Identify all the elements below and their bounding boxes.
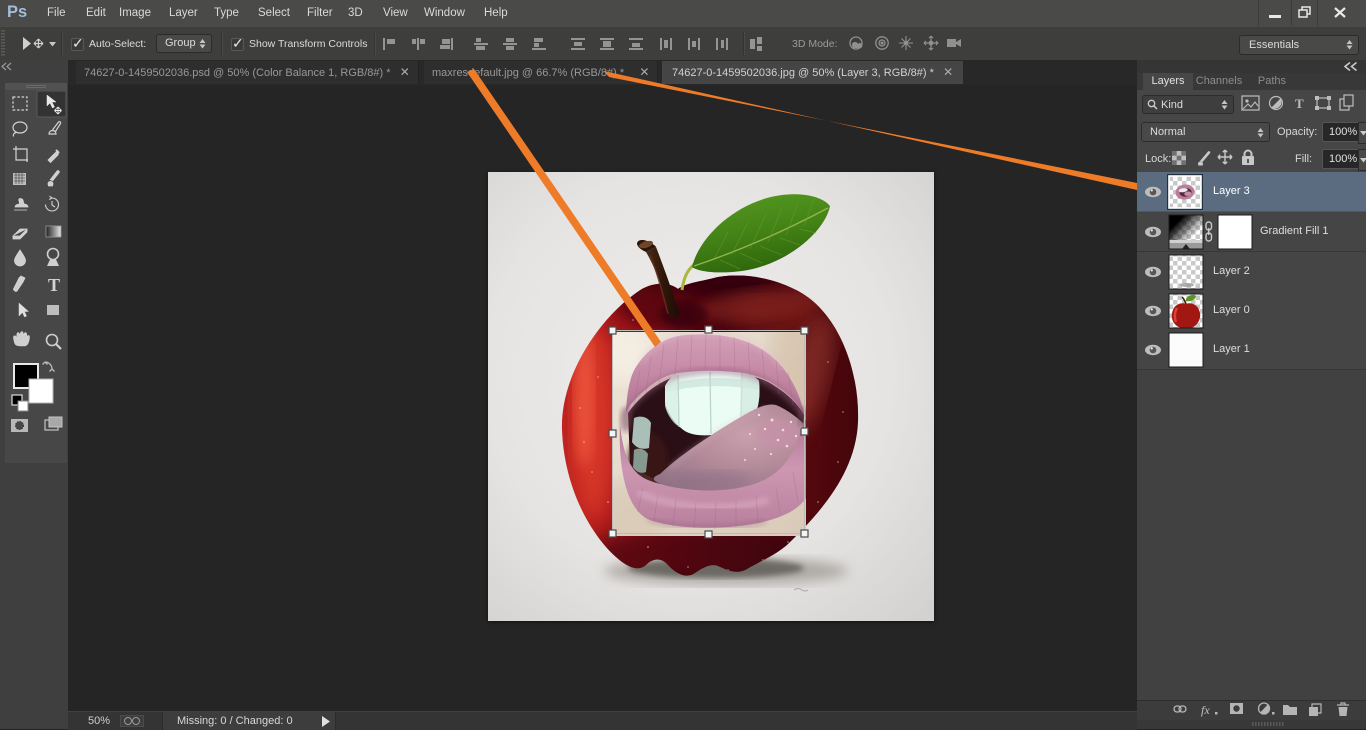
svg-text:fx: fx — [1201, 703, 1210, 717]
svg-text:T: T — [48, 275, 60, 295]
svg-text:T: T — [1295, 96, 1304, 111]
